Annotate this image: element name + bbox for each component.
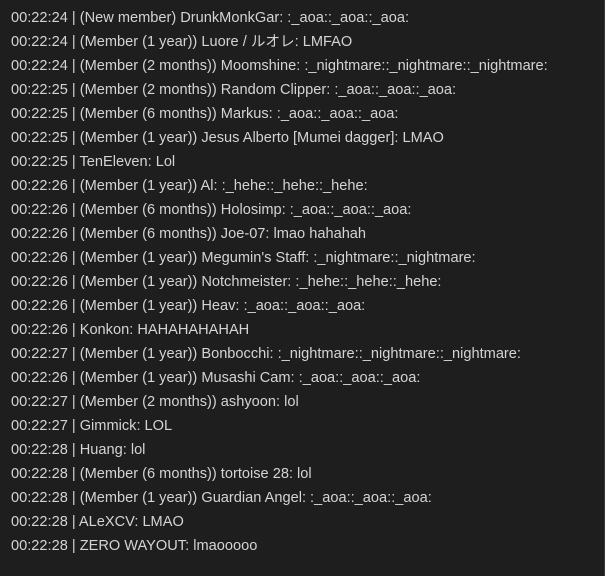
chat-line: 00:22:26 | (Member (6 months)) Joe-07: l… xyxy=(11,226,367,242)
chat-line: 00:22:26 | (Member (1 year)) Megumin's S… xyxy=(11,250,476,266)
chat-line: 00:22:25 | (Member (6 months)) Markus: :… xyxy=(11,106,399,122)
chat-line: 00:22:24 | (Member (2 months)) Moomshine… xyxy=(11,58,548,74)
chat-line: 00:22:28 | (Member (1 year)) Guardian An… xyxy=(11,490,432,506)
chat-line: 00:22:25 | (Member (1 year)) Jesus Alber… xyxy=(11,130,444,146)
chat-line: 00:22:28 | (Member (6 months)) tortoise … xyxy=(11,466,312,482)
chat-line: 00:22:28 | ZERO WAYOUT: lmaooooo xyxy=(11,538,258,554)
chat-line: 00:22:26 | (Member (1 year)) Musashi Cam… xyxy=(11,370,421,386)
chat-line: 00:22:25 | (Member (2 months)) Random Cl… xyxy=(11,82,457,98)
chat-line: 00:22:27 | (Member (2 months)) ashyoon: … xyxy=(11,394,299,410)
chat-line: 00:22:24 | (New member) DrunkMonkGar: :_… xyxy=(11,10,410,26)
chat-line: 00:22:28 | Huang: lol xyxy=(11,442,146,458)
chat-line: 00:22:26 | (Member (1 year)) Al: :_hehe:… xyxy=(11,178,368,194)
chat-log: 00:22:24 | (New member) DrunkMonkGar: :_… xyxy=(0,0,605,576)
chat-line: 00:22:28 | ALeXCV: LMAO xyxy=(11,514,184,530)
chat-line: 00:22:24 | (Member (1 year)) Luore / ルオレ… xyxy=(11,34,353,50)
chat-line: 00:22:26 | Konkon: HAHAHAHAHAH xyxy=(11,322,250,338)
chat-line: 00:22:26 | (Member (1 year)) Heav: :_aoa… xyxy=(11,298,366,314)
chat-line: 00:22:25 | TenEleven: Lol xyxy=(11,154,176,170)
chat-line: 00:22:27 | Gimmick: LOL xyxy=(11,418,173,434)
chat-line: 00:22:26 | (Member (1 year)) Notchmeiste… xyxy=(11,274,442,290)
chat-line: 00:22:26 | (Member (6 months)) Holosimp:… xyxy=(11,202,412,218)
chat-line: 00:22:27 | (Member (1 year)) Bonbocchi: … xyxy=(11,346,521,362)
